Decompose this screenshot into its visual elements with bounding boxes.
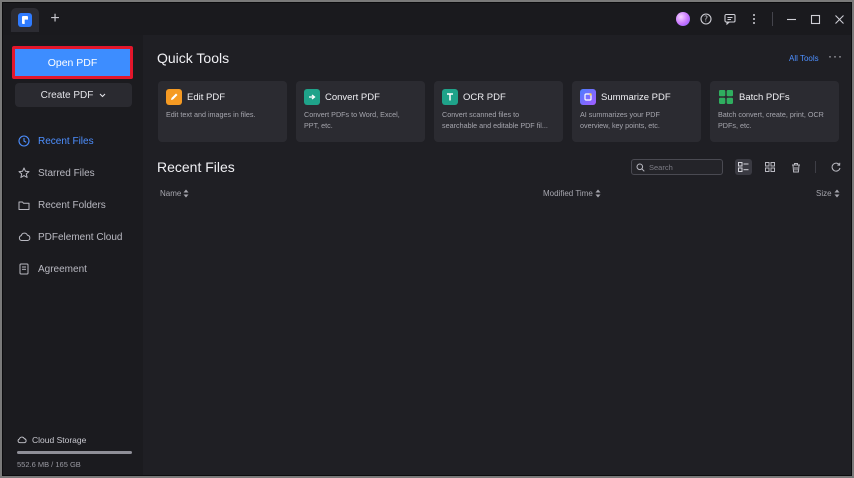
storage-usage: 552.6 MB / 165 GB [17,460,81,469]
document-icon [17,262,31,276]
help-icon[interactable]: ? [698,11,714,27]
quick-tools-title: Quick Tools [157,50,230,66]
close-icon[interactable] [831,11,847,27]
sidebar-item-label: Recent Folders [38,199,106,211]
sidebar-item-label: Starred Files [38,167,95,179]
open-pdf-highlight: Open PDF [12,46,133,79]
tool-card-convert-pdf[interactable]: Convert PDF Convert PDFs to Word, Excel,… [296,81,425,142]
clear-history-icon[interactable] [787,159,804,175]
storage-progress-fill [17,451,132,454]
all-tools-link[interactable]: All Tools [789,54,819,63]
app-logo-icon [18,13,32,27]
tool-card-edit-pdf[interactable]: Edit PDF Edit text and images in files. [158,81,287,142]
tool-card-title: Convert PDF [325,91,380,103]
tool-card-desc: Convert PDFs to Word, Excel, PPT, etc. [304,110,400,130]
search-placeholder: Search [649,162,673,172]
ocr-pdf-icon [442,89,458,105]
window-controls: ? [676,10,847,28]
sidebar-item-label: Recent Files [38,135,94,147]
tool-card-desc: Edit text and images in files. [166,110,256,119]
summarize-pdf-icon [580,89,596,105]
sidebar-item-recent-folders[interactable]: Recent Folders [17,189,137,221]
tool-card-title: OCR PDF [463,91,506,103]
app-home-tab[interactable] [11,8,39,32]
sidebar-item-label: PDFelement Cloud [38,231,123,243]
main-content: Quick Tools All Tools ··· Edit PDF Edit … [143,35,851,475]
star-icon [17,166,31,180]
open-pdf-button[interactable]: Open PDF [15,49,130,76]
svg-text:?: ? [704,15,708,24]
column-header-label: Name [160,189,182,198]
minimize-icon[interactable] [783,11,799,27]
column-header-label: Modified Time [543,189,593,198]
cloud-icon [17,230,31,244]
quick-tools-cards: Edit PDF Edit text and images in files. … [158,81,839,142]
sidebar-nav: Recent Files Starred Files Recent Folder… [17,125,137,285]
list-view-icon[interactable] [735,159,752,175]
grid-view-icon[interactable] [761,159,778,175]
tool-card-title: Batch PDFs [739,91,790,103]
column-header-name[interactable]: Name [160,189,189,198]
cloud-icon [17,436,27,444]
sidebar-item-label: Agreement [38,263,87,275]
clock-icon [17,134,31,148]
sort-icon [834,189,840,198]
sidebar-item-starred-files[interactable]: Starred Files [17,157,137,189]
sidebar: Open PDF Create PDF Recent Files Starred… [3,35,143,475]
sidebar-item-recent-files[interactable]: Recent Files [17,125,137,157]
sidebar-item-pdfelement-cloud[interactable]: PDFelement Cloud [17,221,137,253]
refresh-icon[interactable] [827,159,844,175]
batch-pdfs-icon [718,89,734,105]
maximize-icon[interactable] [807,11,823,27]
tool-card-desc: Batch convert, create, print, OCR PDFs, … [718,110,824,130]
avatar[interactable] [676,12,690,26]
title-bar: + ? [3,3,851,35]
more-options-icon[interactable]: ··· [828,49,843,63]
feedback-icon[interactable] [722,11,738,27]
chevron-down-icon [100,93,106,97]
toolbar-divider [815,161,816,173]
tool-card-summarize-pdf[interactable]: Summarize PDF AI summarizes your PDF ove… [572,81,701,142]
create-pdf-label: Create PDF [40,89,94,101]
tool-card-title: Edit PDF [187,91,226,103]
sort-icon [183,189,189,198]
sidebar-item-agreement[interactable]: Agreement [17,253,137,285]
cloud-storage: Cloud Storage 552.6 MB / 165 GB [17,435,137,469]
search-input[interactable]: Search [631,159,723,175]
new-tab-button[interactable]: + [47,11,63,27]
storage-progress-bar [17,451,132,454]
more-vertical-icon[interactable] [746,11,762,27]
view-toolbar [735,159,844,175]
sort-icon [595,189,601,198]
tool-card-ocr-pdf[interactable]: OCR PDF Convert scanned files to searcha… [434,81,563,142]
tool-card-desc: Convert scanned files to searchable and … [442,110,548,130]
tool-card-title: Summarize PDF [601,91,671,103]
edit-pdf-icon [166,89,182,105]
recent-files-title: Recent Files [157,159,235,175]
create-pdf-button[interactable]: Create PDF [15,83,132,107]
convert-pdf-icon [304,89,320,105]
tool-card-desc: AI summarizes your PDF overview, key poi… [580,110,660,130]
column-header-label: Size [816,189,832,198]
storage-title: Cloud Storage [17,435,137,445]
column-header-size[interactable]: Size [816,189,840,198]
app-window: + ? Open PDF Create PDF Recent Files Sta… [2,2,852,476]
storage-title-label: Cloud Storage [32,435,87,445]
tool-card-batch-pdfs[interactable]: Batch PDFs Batch convert, create, print,… [710,81,839,142]
search-icon [636,163,645,172]
titlebar-divider [772,12,773,26]
column-header-modified-time[interactable]: Modified Time [543,189,601,198]
folder-icon [17,198,31,212]
